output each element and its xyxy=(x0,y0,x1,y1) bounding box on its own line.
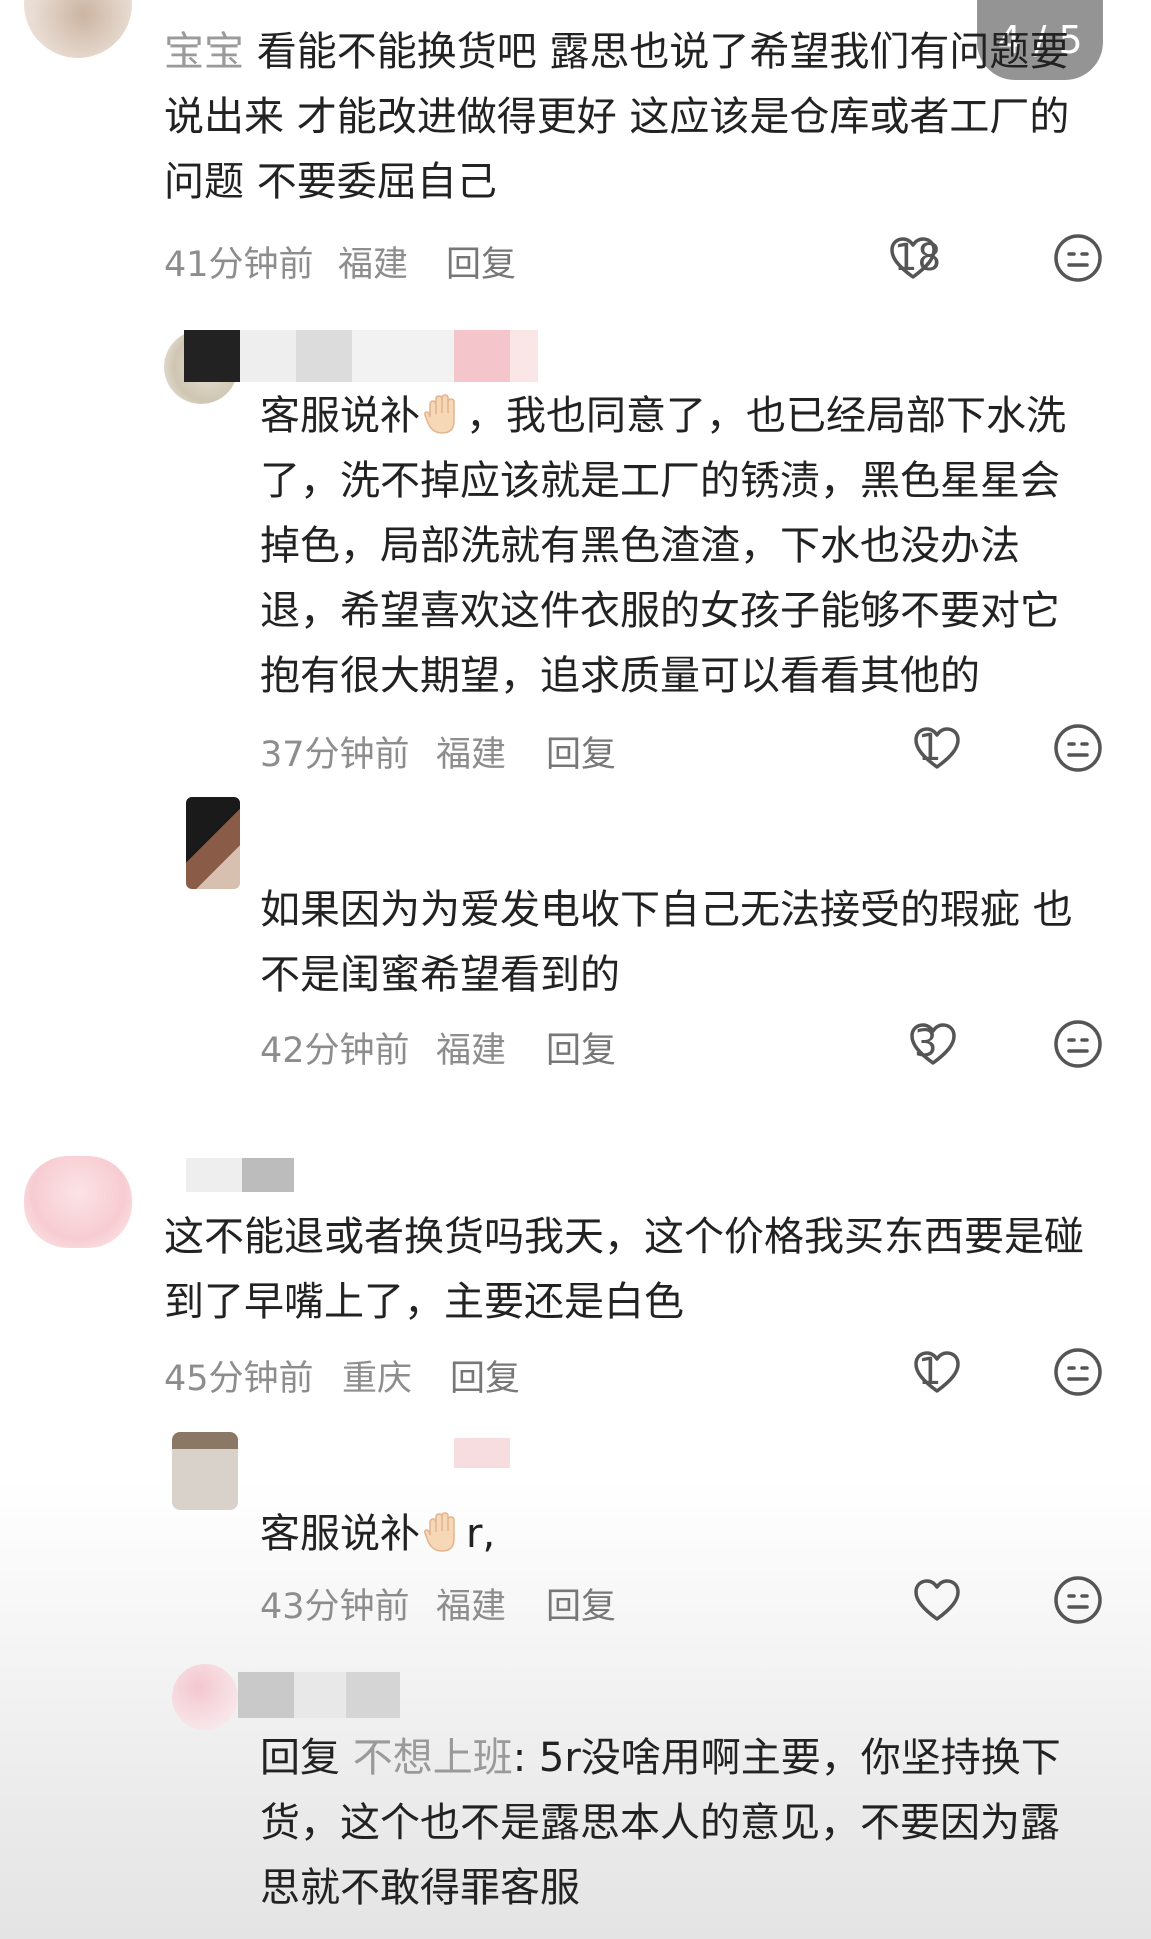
username-badge-blurred xyxy=(454,330,538,382)
comment-body: 客服说补 ，我也同意了，也已经局部下水洗了，洗不掉应该就是工厂的锈渍，黑色星星会掉… xyxy=(260,384,1099,709)
neutral-face-icon[interactable] xyxy=(1052,1018,1104,1070)
timestamp: 43分钟前 xyxy=(260,1587,410,1627)
comment-text: 如果因为为爱发电收下自己无法接受的瑕疵 也不是闺蜜希望看到的 xyxy=(260,887,1073,998)
location: 福建 xyxy=(436,1587,507,1627)
comment-meta: 45分钟前 重庆 回复 1 xyxy=(164,1342,1102,1402)
comment-meta: 42分钟前 福建 回复 3 xyxy=(260,1014,1102,1074)
reply-button[interactable]: 回复 xyxy=(546,1578,616,1629)
neutral-face-icon[interactable] xyxy=(1052,232,1104,284)
like-count: 18 xyxy=(894,236,942,279)
like-button[interactable] xyxy=(912,1570,962,1630)
avatar[interactable] xyxy=(24,1156,132,1248)
comment-text: 这不能退或者换货吗我天，这个价格我买东西要是碰到了早嘴上了，主要还是白色 xyxy=(164,1214,1084,1325)
comment-text: r, xyxy=(466,1511,496,1557)
comment-text: 客服说补 xyxy=(260,1511,420,1557)
waving-hand-emoji xyxy=(424,1512,455,1552)
location: 重庆 xyxy=(342,1359,413,1399)
truncated-text: 宝宝 xyxy=(164,29,244,75)
location: 福建 xyxy=(338,245,409,285)
reply-button[interactable]: 回复 xyxy=(450,1350,520,1401)
comment-body: 客服说补 r, xyxy=(260,1502,1099,1567)
avatar[interactable] xyxy=(172,1664,238,1730)
like-count: 3 xyxy=(914,1022,938,1065)
username-blurred[interactable] xyxy=(238,1672,400,1718)
timestamp: 37分钟前 xyxy=(260,735,410,775)
like-count: 1 xyxy=(918,726,942,769)
comment-body: 宝宝 看能不能换货吧 露思也说了希望我们有问题要说出来 才能改进做得更好 这应该… xyxy=(164,20,1099,215)
neutral-face-icon[interactable] xyxy=(1052,722,1104,774)
avatar[interactable] xyxy=(172,1432,238,1510)
like-count: 1 xyxy=(918,1350,942,1393)
heart-outline-icon xyxy=(914,1579,960,1621)
neutral-face-icon[interactable] xyxy=(1052,1574,1104,1626)
avatar[interactable] xyxy=(24,0,132,58)
comment-body: 这不能退或者换货吗我天，这个价格我买东西要是碰到了早嘴上了，主要还是白色 xyxy=(164,1205,1099,1335)
comment-text: 客服说补 xyxy=(260,393,420,439)
timestamp: 42分钟前 xyxy=(260,1031,410,1071)
reply-button[interactable]: 回复 xyxy=(446,236,516,287)
like-button[interactable]: 1 xyxy=(912,718,962,778)
like-button[interactable]: 1 xyxy=(912,1342,962,1402)
like-button[interactable]: 3 xyxy=(908,1014,958,1074)
comment-meta: 41分钟前 福建 回复 18 xyxy=(164,228,1102,288)
reply-button[interactable]: 回复 xyxy=(546,726,616,777)
reply-target-username[interactable]: 不想上班 xyxy=(353,1735,513,1781)
comment-meta: 37分钟前 福建 回复 1 xyxy=(260,718,1102,778)
comment-screen: 4 / 5 宝宝 看能不能换货吧 露思也说了希望我们有问题要说出来 才能改进做得… xyxy=(0,0,1151,1939)
reply-button[interactable]: 回复 xyxy=(546,1022,616,1073)
neutral-face-icon[interactable] xyxy=(1052,1346,1104,1398)
location: 福建 xyxy=(436,1031,507,1071)
timestamp: 45分钟前 xyxy=(164,1359,314,1399)
like-button[interactable]: 18 xyxy=(888,228,942,288)
avatar[interactable] xyxy=(186,797,240,889)
comment-body: 如果因为为爱发电收下自己无法接受的瑕疵 也不是闺蜜希望看到的 xyxy=(260,878,1099,1008)
reply-prefix: 回复 xyxy=(260,1735,340,1781)
timestamp: 41分钟前 xyxy=(164,245,314,285)
comment-body: 回复 不想上班: 5r没啥用啊主要，你坚持换下货，这个也不是露思本人的意见，不要… xyxy=(260,1726,1099,1921)
location: 福建 xyxy=(436,735,507,775)
username-blurred[interactable] xyxy=(186,1158,294,1192)
waving-hand-emoji xyxy=(424,394,455,434)
comment-meta: 43分钟前 福建 回复 xyxy=(260,1570,1102,1630)
comment-text: 看能不能换货吧 露思也说了希望我们有问题要说出来 才能改进做得更好 这应该是仓库… xyxy=(164,29,1070,205)
username-badge-blurred xyxy=(454,1438,510,1468)
